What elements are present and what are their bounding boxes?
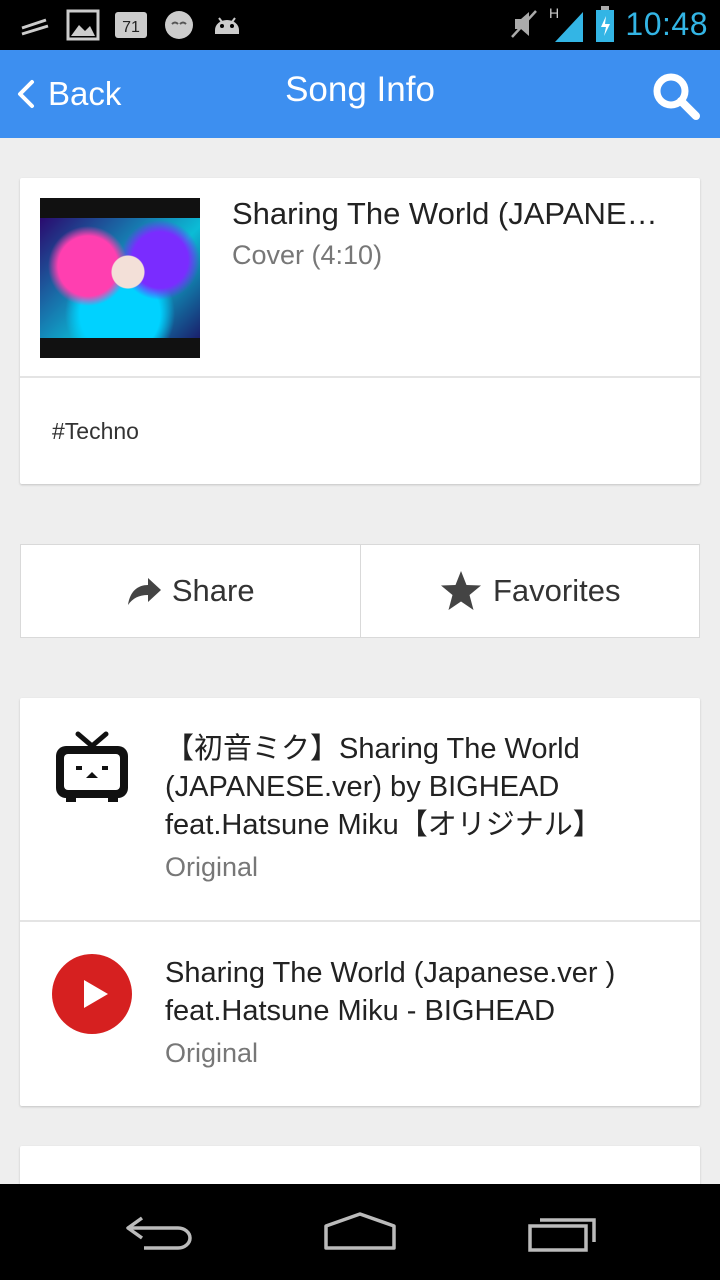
song-card: Sharing The World (JAPANESE.ver) Cover (… xyxy=(20,178,700,484)
status-bar: 71 H 10:48 xyxy=(0,0,720,50)
page-title: Song Info xyxy=(285,70,435,109)
temperature-badge: 71 xyxy=(122,19,140,36)
image-icon xyxy=(66,9,100,41)
home-icon xyxy=(324,1212,396,1250)
source-item-niconico[interactable]: 【初音ミク】Sharing The World (JAPANESE.ver) b… xyxy=(20,698,700,920)
signal-icon: H xyxy=(549,5,584,42)
source-subtitle: Original xyxy=(165,852,259,882)
action-bar: Share Favorites xyxy=(20,544,700,638)
song-title: Sharing The World (JAPANESE.ver) xyxy=(232,196,672,231)
song-subtitle: Cover (4:10) xyxy=(232,240,383,270)
favorites-button[interactable]: Favorites xyxy=(359,545,700,637)
nav-recents-button[interactable] xyxy=(524,1210,604,1254)
tag-link[interactable]: #Techno xyxy=(52,418,139,445)
temperature-icon: 71 xyxy=(115,12,147,38)
album-art-image xyxy=(40,218,200,338)
emoji-icon xyxy=(165,11,193,39)
status-bar-notifications: 71 xyxy=(18,8,244,42)
album-art xyxy=(40,198,200,358)
nav-home-button[interactable] xyxy=(320,1210,400,1254)
app-bar: Back Song Info xyxy=(0,50,720,138)
recents-icon xyxy=(528,1218,596,1252)
battery-icon xyxy=(596,6,615,42)
status-time: 10:48 xyxy=(625,5,708,42)
back-arrow-icon xyxy=(126,1216,192,1250)
search-icon xyxy=(653,73,700,120)
sources-card: 【初音ミク】Sharing The World (JAPANESE.ver) b… xyxy=(20,698,700,1106)
card-divider xyxy=(20,376,700,378)
navigation-bar xyxy=(0,1184,720,1280)
svg-text:H: H xyxy=(549,5,559,21)
youtube-play-icon xyxy=(52,954,132,1034)
favorites-label: Favorites xyxy=(493,573,621,608)
source-title: 【初音ミク】Sharing The World (JAPANESE.ver) b… xyxy=(165,733,602,841)
source-item-youtube[interactable]: Sharing The World (Japanese.ver ) feat.H… xyxy=(20,922,700,1106)
status-bar-system: H 10:48 xyxy=(509,4,708,44)
notification-icon xyxy=(21,18,49,36)
source-title: Sharing The World (Japanese.ver ) feat.H… xyxy=(165,957,616,1027)
share-label: Share xyxy=(171,573,255,608)
search-button[interactable] xyxy=(650,70,702,122)
source-subtitle: Original xyxy=(165,1038,259,1068)
nav-back-button[interactable] xyxy=(120,1210,200,1254)
star-icon xyxy=(441,571,481,610)
mute-icon xyxy=(511,10,538,38)
share-icon xyxy=(127,578,161,605)
niconico-tv-icon xyxy=(56,731,128,802)
share-button[interactable]: Share xyxy=(21,545,360,637)
android-icon xyxy=(215,17,239,34)
